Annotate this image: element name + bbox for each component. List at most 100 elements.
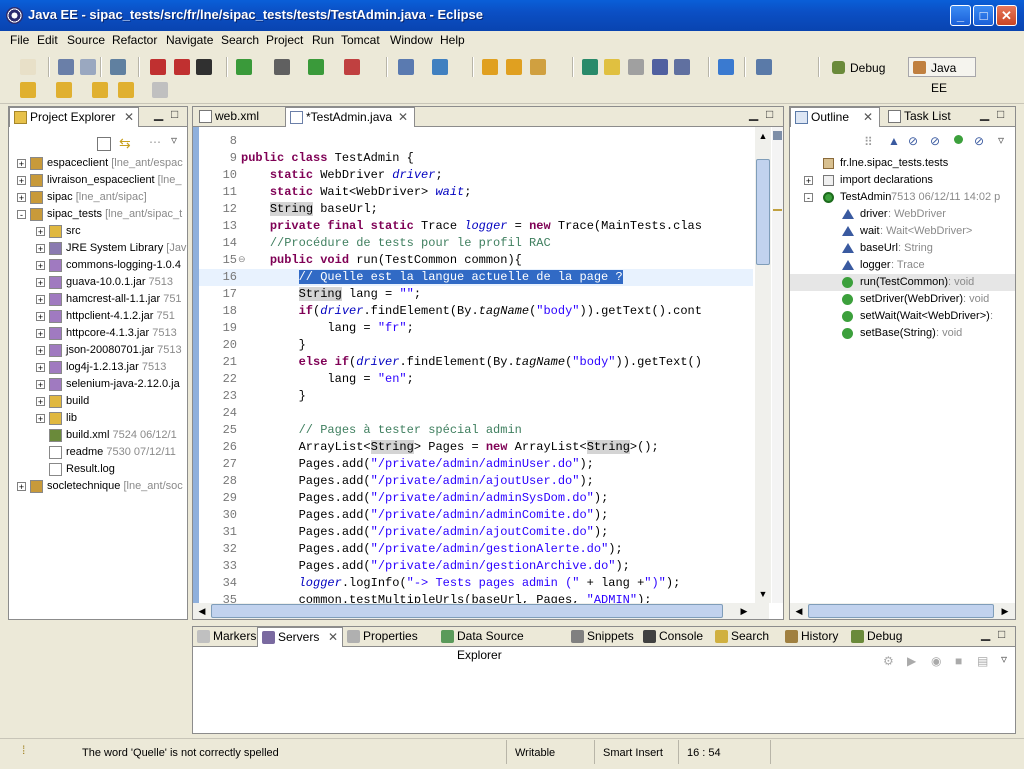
tree-item-build[interactable]: + build	[9, 393, 187, 410]
hide-static-icon[interactable]: ⊘	[908, 134, 918, 148]
tree-item-jre-system-library[interactable]: + JRE System Library [Jav	[9, 240, 187, 257]
minimize-view-icon[interactable]: ▁	[154, 107, 163, 121]
expand-icon[interactable]: +	[36, 227, 45, 237]
hide-nonpublic-members-icon[interactable]	[954, 135, 963, 144]
outline-item-baseurl[interactable]: baseUrl : String	[790, 240, 1015, 257]
tab-data-source-explorer[interactable]: Data Source Explorer	[437, 627, 567, 662]
hide-nonpublic-icon[interactable]: ⊘	[930, 134, 940, 148]
expand-icon[interactable]: +	[36, 346, 45, 356]
code-line[interactable]: private final static Trace logger = new …	[241, 218, 702, 235]
menu-refactor[interactable]: Refactor	[112, 33, 157, 47]
forward-icon[interactable]	[152, 82, 168, 98]
expand-icon[interactable]: +	[36, 414, 45, 424]
tree-item-sipac-tests[interactable]: - sipac_tests [lne_ant/sipac_t	[9, 206, 187, 223]
tree-item-httpcore-4-1-3-jar[interactable]: + httpcore-4.1.3.jar 7513	[9, 325, 187, 342]
minimize-button[interactable]: _	[950, 5, 971, 26]
start-server-icon[interactable]: ▶	[907, 654, 916, 668]
tab-web-xml[interactable]: web.xml	[195, 107, 283, 127]
tree-item-selenium-java-2-12-0-ja[interactable]: + selenium-java-2.12.0.ja	[9, 376, 187, 393]
view-menu-chevron-icon[interactable]: ▿	[998, 133, 1004, 147]
open-folder-icon[interactable]	[506, 59, 522, 75]
code-line[interactable]: static WebDriver driver;	[241, 167, 443, 184]
outline-item-wait[interactable]: wait : Wait<WebDriver>	[790, 223, 1015, 240]
menu-navigate[interactable]: Navigate	[166, 33, 213, 47]
fold-marker-icon[interactable]: ⊖	[238, 254, 246, 265]
run-icon[interactable]	[308, 59, 324, 75]
code-line[interactable]: }	[241, 337, 306, 354]
menu-edit[interactable]: Edit	[37, 33, 58, 47]
tree-item-json-20080701-jar[interactable]: + json-20080701.jar 7513	[9, 342, 187, 359]
tab-testadmin-java[interactable]: *TestAdmin.java ✕	[285, 107, 415, 127]
code-line[interactable]: Pages.add("/private/admin/gestionArchive…	[241, 558, 630, 575]
view-menu-chevron-icon[interactable]: ▿	[1001, 652, 1007, 666]
expand-icon[interactable]: +	[36, 278, 45, 288]
back-icon[interactable]	[92, 82, 108, 98]
close-tab-icon[interactable]: ✕	[398, 108, 408, 127]
expand-icon[interactable]: +	[36, 295, 45, 305]
web-browser-icon[interactable]	[718, 59, 734, 75]
tree-item-httpclient-4-1-2-jar[interactable]: + httpclient-4.1.2.jar 751	[9, 308, 187, 325]
maximize-view-icon[interactable]: □	[766, 107, 773, 121]
next-annotation-icon[interactable]	[20, 82, 36, 98]
tab-history[interactable]: History	[781, 627, 847, 647]
tree-item-commons-logging-1-0-4[interactable]: + commons-logging-1.0.4	[9, 257, 187, 274]
horizontal-scrollbar[interactable]: ◀ ▶	[193, 603, 769, 619]
collapse-all-icon[interactable]	[97, 137, 111, 151]
outline-item-logger[interactable]: logger : Trace	[790, 257, 1015, 274]
expand-icon[interactable]: +	[804, 176, 813, 186]
code-line[interactable]: Pages.add("/private/admin/ajoutComite.do…	[241, 524, 609, 541]
remove-breakpoints-icon[interactable]	[174, 59, 190, 75]
debug-server-icon[interactable]: ⚙	[883, 654, 894, 668]
code-line[interactable]: ArrayList<String> Pages = new ArrayList<…	[241, 439, 659, 456]
tab-task-list[interactable]: Task List	[884, 107, 964, 127]
close-tab-icon[interactable]: ✕	[124, 108, 134, 127]
new-icon[interactable]	[20, 59, 36, 75]
close-tab-icon[interactable]: ✕	[863, 108, 873, 127]
prev-annotation-icon[interactable]	[56, 82, 72, 98]
menu-file[interactable]: File	[10, 33, 29, 47]
code-line[interactable]: String baseUrl;	[241, 201, 378, 218]
tab-console[interactable]: Console	[639, 627, 711, 647]
minimize-view-icon[interactable]: ▁	[980, 107, 989, 121]
code-line[interactable]: Pages.add("/private/admin/ajoutUser.do")…	[241, 473, 594, 490]
tree-item-hamcrest-all-1-1-jar[interactable]: + hamcrest-all-1.1.jar 751	[9, 291, 187, 308]
tree-item-build-xml[interactable]: build.xml 7524 06/12/1	[9, 427, 187, 444]
tree-item-guava-10-0-1-jar[interactable]: + guava-10.0.1.jar 7513	[9, 274, 187, 291]
debug-skip-icon[interactable]	[150, 59, 166, 75]
expand-icon[interactable]: +	[17, 176, 26, 186]
code-line[interactable]: //Procédure de tests pour le profil RAC	[241, 235, 551, 252]
run-server-icon[interactable]	[236, 59, 252, 75]
expand-icon[interactable]: +	[36, 380, 45, 390]
code-line[interactable]: Pages.add("/private/admin/adminComite.do…	[241, 507, 609, 524]
tab-outline[interactable]: Outline ✕	[790, 107, 880, 127]
servers-content[interactable]	[193, 675, 1015, 733]
scroll-down-icon[interactable]: ▼	[756, 587, 770, 601]
link-editor-icon[interactable]: ⇆	[119, 135, 131, 152]
maximize-view-icon[interactable]: □	[997, 107, 1004, 121]
expand-icon[interactable]: +	[36, 244, 45, 254]
expand-icon[interactable]: +	[36, 363, 45, 373]
save-icon[interactable]	[58, 59, 74, 75]
code-line[interactable]: }	[241, 388, 306, 405]
expand-icon[interactable]: +	[36, 397, 45, 407]
code-line[interactable]: static Wait<WebDriver> wait;	[241, 184, 472, 201]
show-whitespace-icon[interactable]	[628, 59, 644, 75]
outline-item-run-testcommon-[interactable]: run(TestCommon) : void	[790, 274, 1015, 291]
perspective-debug[interactable]: Debug	[827, 57, 903, 77]
tab-debug[interactable]: Debug	[847, 627, 917, 647]
publish-icon[interactable]: ▤	[977, 654, 988, 668]
scroll-left-icon[interactable]: ◀	[792, 604, 806, 618]
tree-item-sipac[interactable]: + sipac [lne_ant/sipac]	[9, 189, 187, 206]
maximize-button[interactable]: □	[973, 5, 994, 26]
code-line[interactable]: String lang = "";	[241, 286, 421, 303]
tree-item-src[interactable]: + src	[9, 223, 187, 240]
tree-item-socletechnique[interactable]: + socletechnique [lne_ant/soc	[9, 478, 187, 495]
code-view[interactable]: 8 9 public class TestAdmin {10 static WebD…	[199, 133, 753, 603]
overview-marker[interactable]	[773, 209, 782, 211]
tree-item-lib[interactable]: + lib	[9, 410, 187, 427]
view-menu-icon[interactable]: ⋯	[149, 135, 161, 149]
tree-item-readme[interactable]: readme 7530 07/12/11	[9, 444, 187, 461]
outline-item-fr-lne-sipac-tests-tests[interactable]: fr.lne.sipac_tests.tests	[790, 155, 1015, 172]
sort-icon[interactable]: ⠿	[864, 135, 873, 149]
vertical-scrollbar[interactable]: ▲ ▼	[755, 127, 771, 603]
